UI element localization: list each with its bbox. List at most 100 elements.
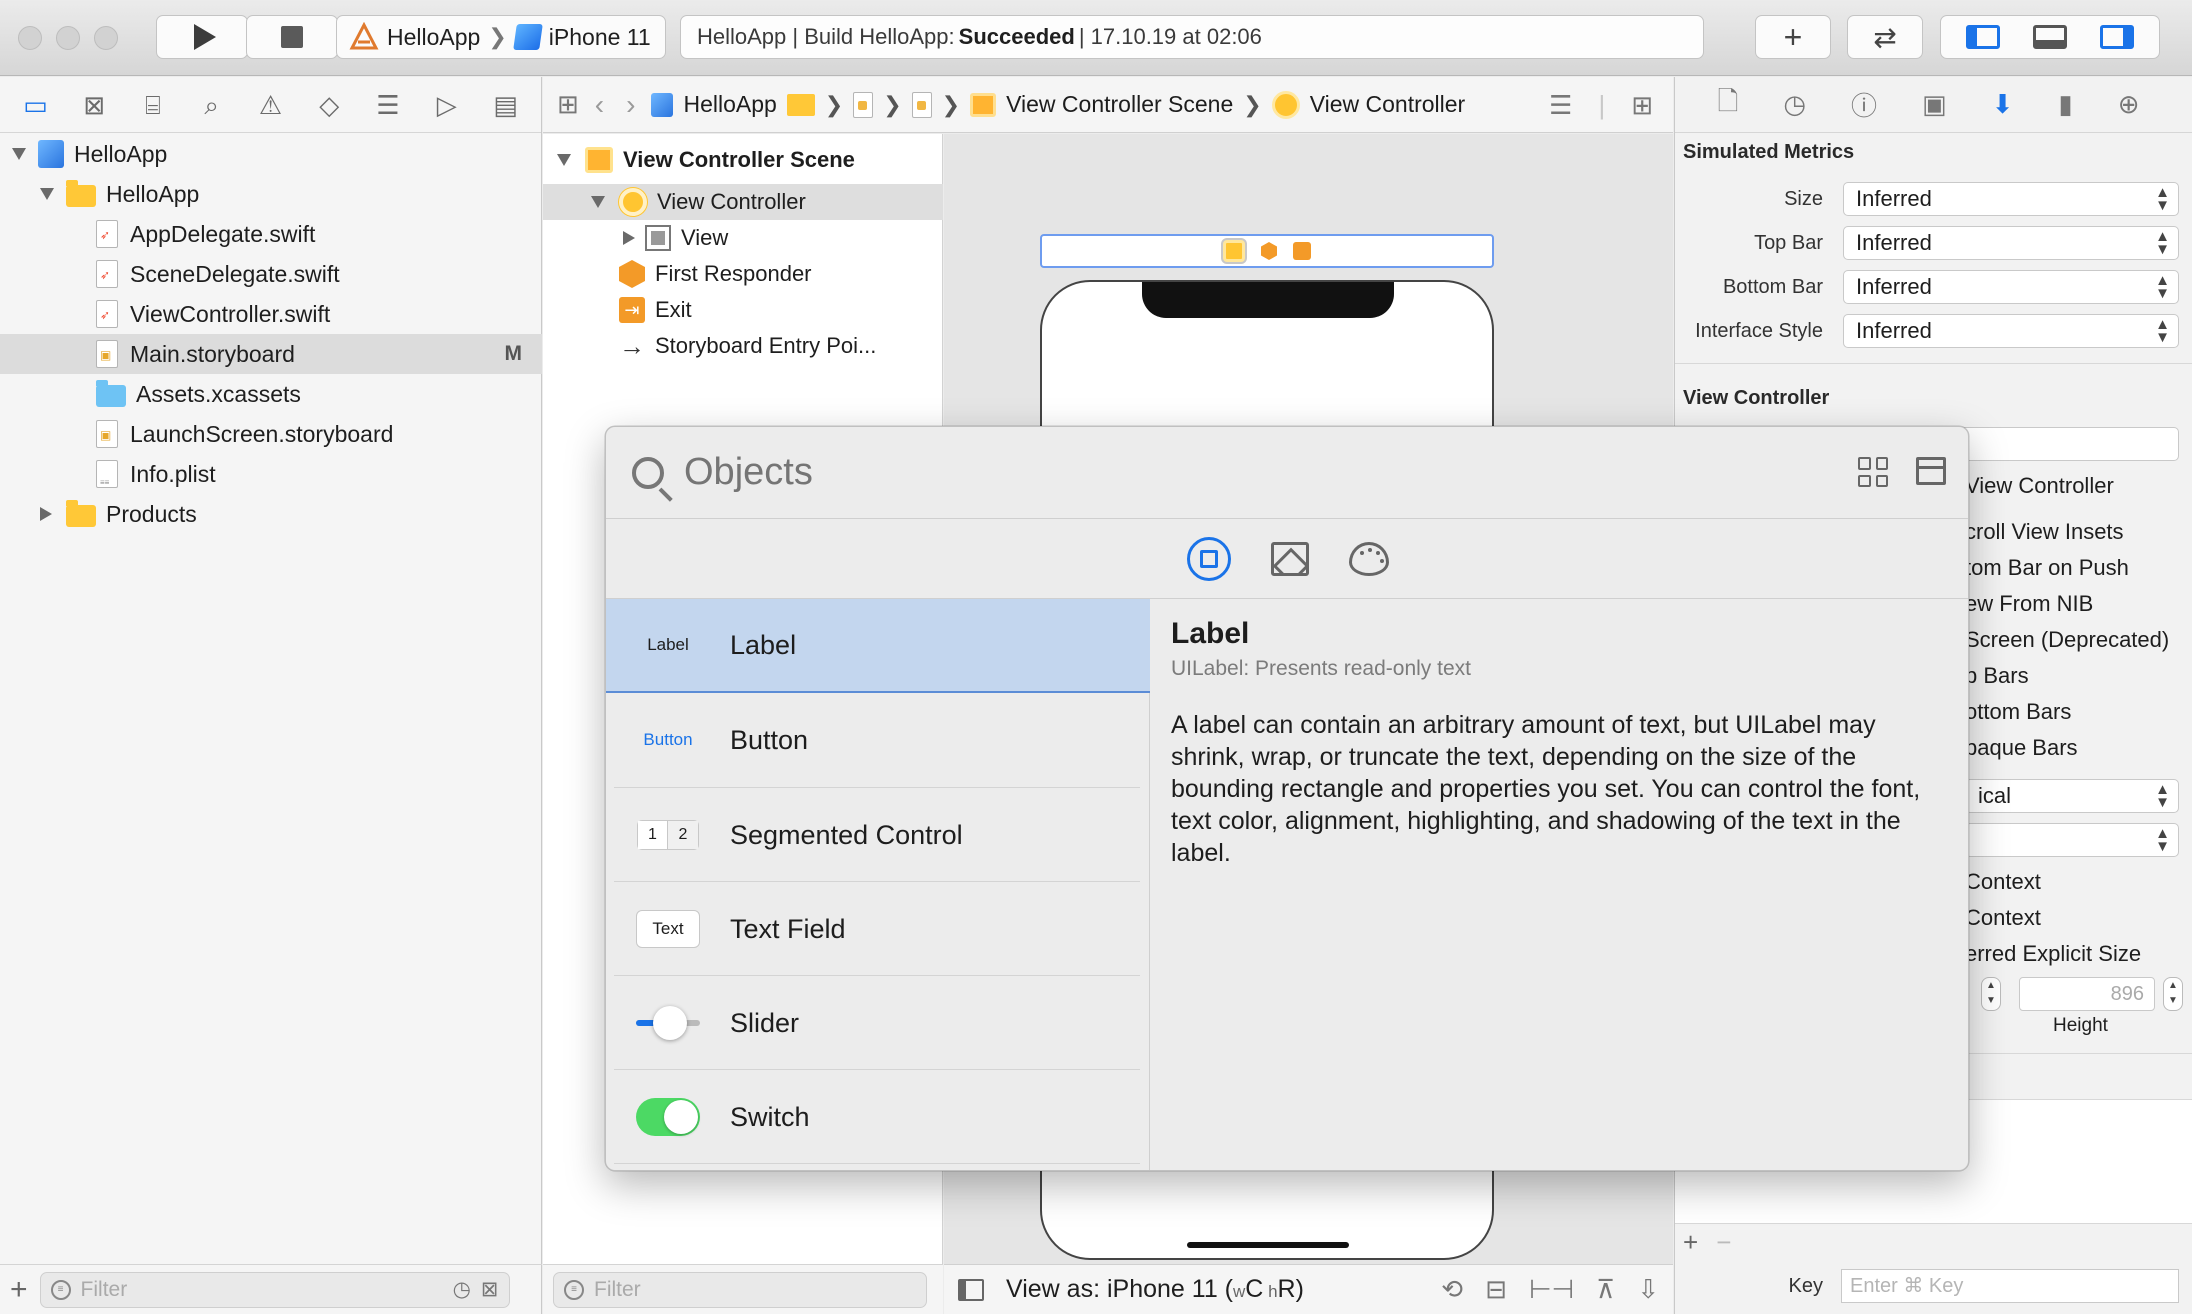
tree-item-file[interactable]: ➶ ViewController.swift [0,294,542,334]
scm-filter-icon[interactable]: ⊠ [481,1277,499,1302]
tree-item-file-selected[interactable]: ▣ Main.storyboard M [0,334,542,374]
resolve-autolayout-icon[interactable]: ⊼ [1596,1274,1615,1305]
navigator-filter-field[interactable]: ≡ Filter ◷ ⊠ [39,1271,510,1308]
detail-view-icon[interactable] [1916,457,1946,485]
back-button[interactable]: ‹ [595,89,604,121]
toggle-outline-icon[interactable] [958,1278,984,1301]
exit-icon[interactable] [1293,242,1311,260]
top-bar-popup[interactable]: Inferred ▲ ▼ [1843,226,2179,260]
initial-view-controller-checkbox[interactable]: View Controller [1965,473,2114,499]
library-item-label[interactable]: Label Label [606,599,1150,693]
storyboard-base-icon[interactable] [911,91,932,118]
editor-options-icon[interactable]: ☰ [1549,90,1572,121]
size-inspector-icon[interactable]: ▮ [2058,89,2072,120]
add-constraints-icon[interactable]: ⊢⊣ [1529,1274,1574,1305]
tree-item-file[interactable]: Assets.xcassets [0,374,542,414]
interface-style-popup[interactable]: Inferred ▲ ▼ [1843,314,2179,348]
library-item-text-field[interactable]: Text Text Field [606,882,1150,976]
toggle-navigator-icon[interactable] [1965,25,2000,49]
run-button[interactable] [156,15,248,59]
outline-row-view-controller[interactable]: View Controller [543,184,943,220]
bottom-bar-popup[interactable]: Inferred ▲ ▼ [1843,270,2179,304]
colors-tab-icon[interactable] [1349,541,1389,576]
source-control-icon[interactable]: ⊠ [74,92,114,118]
tree-item-file[interactable]: ➶ SceneDelegate.swift [0,254,542,294]
breadcrumb-scene[interactable]: View Controller Scene [1006,91,1233,118]
width-stepper[interactable]: ▲ ▼ [1981,977,2001,1011]
connections-inspector-icon[interactable]: ⊕ [2118,89,2140,120]
attributes-inspector-icon[interactable]: ⬇ [1992,89,2014,120]
window-zoom-button[interactable] [94,26,118,50]
recent-files-icon[interactable]: ◷ [453,1277,471,1302]
identity-inspector-icon[interactable]: ▣ [1922,89,1947,120]
tree-item-group[interactable]: Products [0,494,542,534]
resize-view-from-nib-checkbox[interactable]: ew From NIB [1965,591,2093,617]
under-top-bars-checkbox[interactable]: p Bars [1965,663,2029,689]
first-responder-icon[interactable] [1261,242,1277,260]
add-editor-icon[interactable]: ⊞ [1631,90,1653,121]
breadcrumb-project[interactable]: HelloApp [683,91,776,118]
under-opaque-bars-checkbox[interactable]: paque Bars [1965,735,2078,761]
height-field[interactable]: 896 [2019,977,2155,1011]
report-navigator-icon[interactable]: ▤ [486,92,526,118]
outline-row-exit[interactable]: ⇥ Exit [543,292,943,328]
view-as-device-button[interactable]: View as: iPhone 11 (wC hR) [1006,1275,1304,1304]
tree-item-group[interactable]: HelloApp [0,174,542,214]
hide-bottom-bar-checkbox[interactable]: tom Bar on Push [1965,555,2129,581]
defines-context-checkbox[interactable]: Context [1965,869,2041,895]
disclosure-closed-icon[interactable] [40,507,52,521]
debug-navigator-icon[interactable]: ☰ [368,92,408,118]
disclosure-open-icon[interactable] [557,154,571,166]
issue-navigator-icon[interactable]: ⚠ [250,92,290,118]
key-equivalent-field[interactable]: Enter ⌘ Key [1841,1269,2179,1303]
library-item-button[interactable]: Button Button [606,693,1150,787]
wants-full-screen-checkbox[interactable]: Screen (Deprecated) [1965,627,2169,653]
related-items-icon[interactable]: ⊞ [557,89,579,120]
outline-row-first-responder[interactable]: First Responder [543,256,943,292]
update-frames-icon[interactable]: ⟲ [1441,1274,1463,1305]
use-preferred-explicit-size-checkbox[interactable]: erred Explicit Size [1965,941,2141,967]
stop-button[interactable] [246,15,338,59]
add-attribute-button[interactable]: + [1683,1227,1698,1258]
size-popup[interactable]: Inferred ▲ ▼ [1843,182,2179,216]
scene-dock[interactable] [1040,234,1494,268]
breakpoint-navigator-icon[interactable]: ▷ [427,92,467,118]
folder-icon[interactable] [786,93,815,116]
outline-row-entry-point[interactable]: → Storyboard Entry Poi... [543,328,943,364]
forward-button[interactable]: › [626,89,635,121]
media-tab-icon[interactable] [1271,541,1309,576]
outline-filter-field[interactable]: ≡ Filter [553,1271,927,1308]
symbol-navigator-icon[interactable]: ⌸ [133,92,173,118]
code-review-button[interactable]: ⇄ [1847,15,1923,59]
tree-item-file[interactable]: ➶ AppDelegate.swift [0,214,542,254]
library-item-switch[interactable]: Switch [606,1070,1150,1164]
transition-style-popup[interactable]: ical ▲ ▼ [1965,779,2179,813]
test-navigator-icon[interactable]: ◇ [309,92,349,118]
toggle-inspector-icon[interactable] [2100,25,2135,49]
window-minimize-button[interactable] [56,26,80,50]
disclosure-closed-icon[interactable] [623,231,635,245]
outline-row-view[interactable]: View [543,220,943,256]
under-bottom-bars-checkbox[interactable]: ottom Bars [1965,699,2071,725]
presentation-popup[interactable]: ▲ ▼ [1965,823,2179,857]
library-item-slider[interactable]: Slider [606,976,1150,1070]
adjust-scroll-view-insets-checkbox[interactable]: croll View Insets [1965,519,2124,545]
find-navigator-icon[interactable]: ⌕ [192,92,232,118]
disclosure-open-icon[interactable] [591,196,605,208]
library-search-input[interactable] [684,451,1684,494]
provides-context-checkbox[interactable]: Context [1965,905,2041,931]
toggle-debug-area-icon[interactable] [2032,25,2067,49]
breadcrumb-controller[interactable]: View Controller [1310,91,1466,118]
height-stepper[interactable]: ▲ ▼ [2163,977,2183,1011]
embed-in-icon[interactable]: ⇩ [1637,1274,1659,1305]
align-icon[interactable]: ⊟ [1485,1274,1507,1305]
project-navigator-icon[interactable]: ▭ [15,92,55,118]
grid-view-icon[interactable] [1858,457,1888,487]
view-controller-icon[interactable] [1223,240,1245,262]
tree-item-file[interactable]: ▣ LaunchScreen.storyboard [0,414,542,454]
tree-item-file[interactable]: ≡≡ Info.plist [0,454,542,494]
disclosure-open-icon[interactable] [12,148,26,160]
storyboard-file-icon[interactable] [853,91,874,118]
library-button[interactable]: + [1755,15,1831,59]
add-file-button[interactable]: + [10,1273,28,1307]
